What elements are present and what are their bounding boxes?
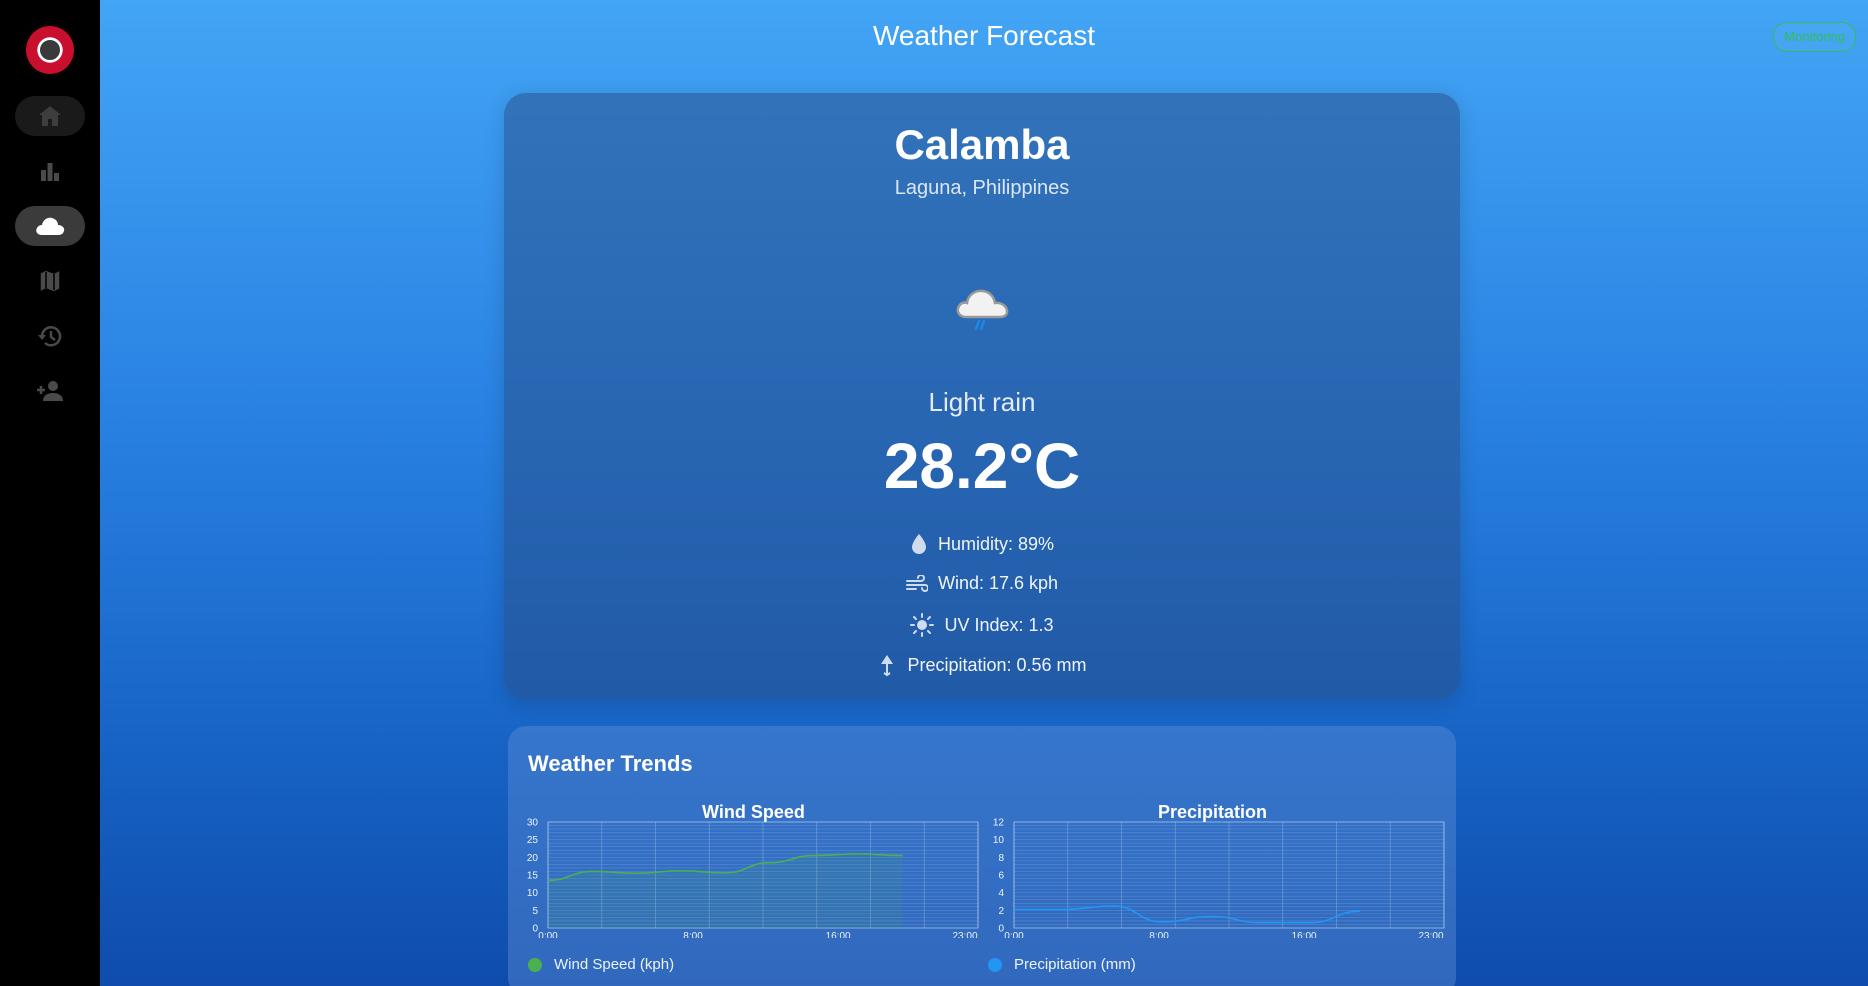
sun-icon bbox=[910, 613, 935, 637]
logo-emblem bbox=[38, 38, 62, 62]
y-tick-label: 25 bbox=[527, 835, 539, 846]
y-tick-label: 4 bbox=[998, 888, 1004, 899]
y-tick-label: 8 bbox=[998, 853, 1004, 864]
sidebar-item-weather[interactable] bbox=[15, 206, 85, 246]
sidebar-item-home[interactable] bbox=[15, 96, 85, 136]
y-tick-label: 30 bbox=[527, 818, 539, 829]
history-icon bbox=[38, 326, 62, 347]
y-tick-label: 10 bbox=[993, 835, 1005, 846]
x-tick-label: 0:00 bbox=[538, 931, 558, 938]
y-tick-label: 12 bbox=[993, 818, 1005, 829]
trends-title: Weather Trends bbox=[528, 751, 693, 776]
sidebar-item-add-user[interactable] bbox=[15, 371, 85, 411]
x-tick-label: 8:00 bbox=[683, 931, 703, 938]
temperature: 28.2°C bbox=[883, 430, 1081, 502]
cloud-icon bbox=[36, 217, 65, 235]
humidity-text: Humidity: 89% bbox=[937, 533, 1055, 554]
region-name: Laguna, Philippines bbox=[894, 177, 1070, 199]
x-tick-label: 23:00 bbox=[1418, 931, 1443, 938]
main-content: Weather Forecast Monitoring Calamba Lagu… bbox=[100, 0, 1868, 986]
y-tick-label: 10 bbox=[527, 888, 539, 899]
x-tick-label: 16:00 bbox=[1292, 931, 1317, 938]
precip-legend[interactable]: Precipitation (mm) bbox=[988, 956, 1136, 973]
y-tick-label: 20 bbox=[527, 853, 539, 864]
weather-condition: Light rain bbox=[928, 387, 1036, 417]
wind-legend-swatch bbox=[528, 957, 542, 972]
wind-icon bbox=[905, 574, 928, 592]
app-logo[interactable] bbox=[24, 24, 76, 76]
droplet-icon bbox=[911, 534, 926, 554]
map-icon bbox=[39, 269, 61, 293]
precip-legend-swatch bbox=[988, 957, 1002, 972]
y-tick-label: 2 bbox=[998, 906, 1004, 917]
x-tick-label: 8:00 bbox=[1149, 931, 1169, 938]
status-badge: Monitoring bbox=[1773, 22, 1856, 52]
precipitation-text: Precipitation: 0.56 mm bbox=[907, 654, 1087, 675]
light-rain-icon bbox=[956, 289, 1009, 331]
precip-legend-label: Precipitation (mm) bbox=[1014, 956, 1136, 973]
precipitation-chart: 0246810120:00 8:00 16:00 23:00 bbox=[993, 818, 1445, 938]
x-tick-label: 0:00 bbox=[1004, 931, 1024, 938]
umbrella-icon bbox=[881, 655, 894, 677]
y-tick-label: 15 bbox=[527, 871, 539, 882]
uv-row: UV Index: 1.3 bbox=[504, 613, 1460, 637]
wind-legend-label: Wind Speed (kph) bbox=[554, 956, 675, 973]
weather-trends-panel: Weather Trends Wind Speed Precipitation … bbox=[508, 726, 1456, 986]
current-weather-card: Calamba Laguna, Philippines Light rain 2… bbox=[504, 93, 1460, 700]
y-tick-label: 5 bbox=[532, 906, 538, 917]
bar-chart-icon bbox=[41, 163, 59, 181]
add-user-icon bbox=[37, 381, 63, 401]
precipitation-row: Precipitation: 0.56 mm bbox=[504, 653, 1460, 677]
uv-text: UV Index: 1.3 bbox=[944, 614, 1054, 635]
page-title: Weather Forecast bbox=[872, 20, 1096, 51]
sidebar bbox=[0, 0, 100, 986]
home-icon bbox=[39, 106, 61, 126]
wind-speed-chart: 0510152025300:00 8:00 16:00 23:00 bbox=[527, 818, 979, 938]
sidebar-item-analytics[interactable] bbox=[15, 151, 85, 191]
humidity-row: Humidity: 89% bbox=[504, 533, 1460, 555]
y-tick-label: 6 bbox=[998, 871, 1004, 882]
wind-legend[interactable]: Wind Speed (kph) bbox=[528, 956, 674, 973]
series-line bbox=[1014, 905, 1360, 924]
city-name: Calamba bbox=[894, 121, 1070, 168]
x-tick-label: 23:00 bbox=[952, 931, 977, 938]
chart-grid bbox=[1013, 821, 1445, 929]
wind-text: Wind: 17.6 kph bbox=[937, 573, 1059, 593]
x-tick-label: 16:00 bbox=[826, 931, 851, 938]
series-area bbox=[548, 853, 903, 928]
wind-row: Wind: 17.6 kph bbox=[504, 573, 1460, 594]
sidebar-item-history[interactable] bbox=[15, 316, 85, 356]
sidebar-item-map[interactable] bbox=[15, 261, 85, 301]
